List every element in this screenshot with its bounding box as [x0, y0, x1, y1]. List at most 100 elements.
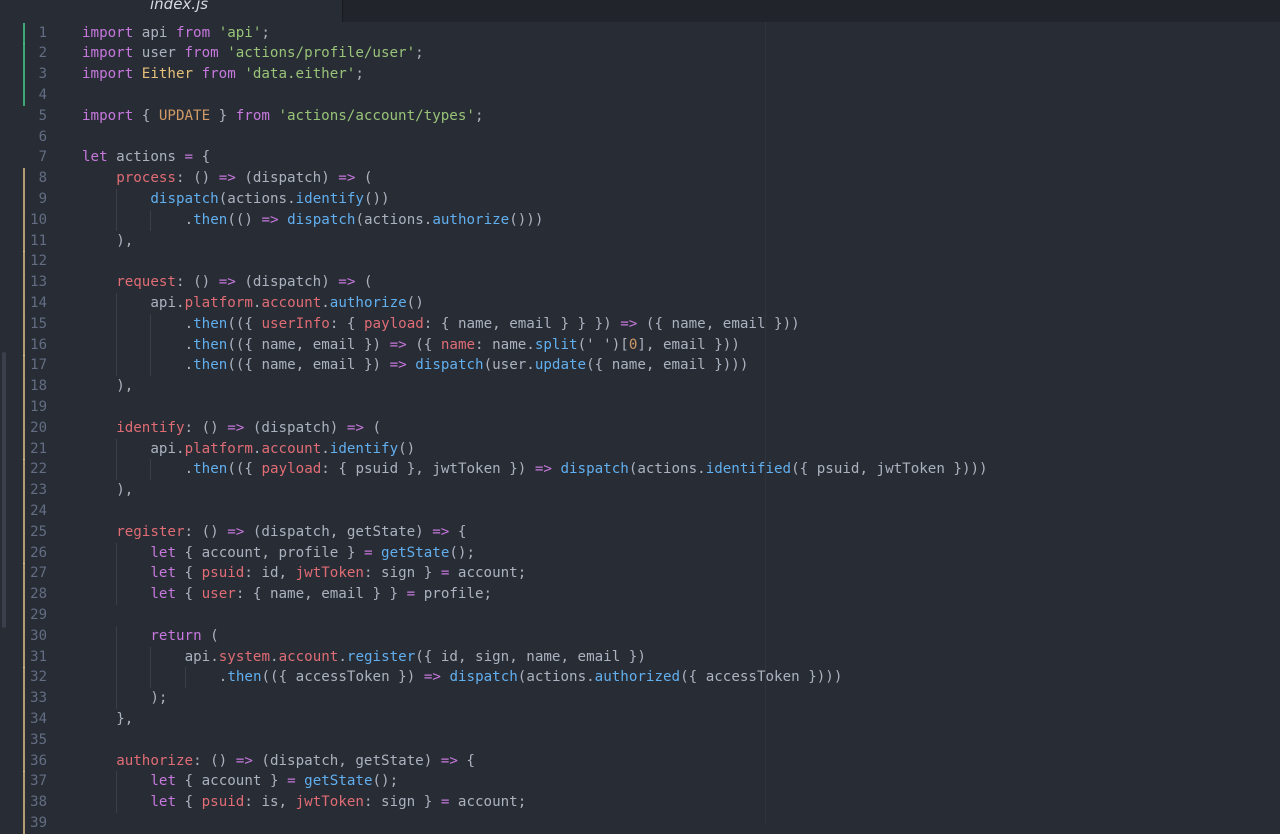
git-modified-marker	[23, 563, 25, 585]
git-modified-marker	[23, 459, 25, 481]
tab-index-js[interactable]: index.js	[0, 0, 343, 22]
indent-guide	[150, 355, 152, 377]
code-line[interactable]: 23),	[0, 480, 1280, 502]
code-line[interactable]: 1 import api from 'api';	[0, 22, 1280, 44]
code-line[interactable]: 17 .then(({ name, email }) => dispatch(us…	[0, 355, 1280, 377]
git-modified-marker	[23, 355, 25, 377]
code-text: let { account } = getState();	[150, 773, 399, 790]
git-modified-marker	[23, 272, 25, 294]
code-line[interactable]: 4	[0, 84, 1280, 106]
code-line[interactable]: 11),	[0, 230, 1280, 252]
code-line[interactable]: 26 let { account, profile } = getState();	[0, 542, 1280, 564]
code-line[interactable]: 25 register: () => (dispatch, getState) =…	[0, 521, 1280, 543]
git-modified-marker	[23, 209, 25, 231]
git-added-marker	[23, 84, 25, 106]
code-line[interactable]: 8 process: () => (dispatch) => (	[0, 168, 1280, 190]
code-line[interactable]: 9 dispatch(actions.identify())	[0, 188, 1280, 210]
code-line[interactable]: 27 let { psuid: id, jwtToken: sign } = ac…	[0, 563, 1280, 585]
indent-guide	[116, 313, 118, 335]
code-line[interactable]: 2 import user from 'actions/profile/user'…	[0, 43, 1280, 65]
code-line[interactable]: 14 api.platform.account.authorize()	[0, 292, 1280, 314]
indent-guide	[116, 667, 118, 689]
code-line[interactable]: 38 let { psuid: is, jwtToken: sign } = ac…	[0, 792, 1280, 814]
code-line[interactable]: 6	[0, 127, 1280, 148]
code-text: import api from 'api';	[82, 24, 270, 41]
git-modified-marker	[23, 188, 25, 210]
indent-guide	[116, 355, 118, 377]
git-added-marker	[23, 43, 25, 65]
code-line[interactable]: 3 import Either from 'data.either';	[0, 64, 1280, 86]
code-text: .then(({ userInfo: { payload: { name, em…	[184, 315, 800, 332]
code-line[interactable]: 31 api.system.account.register({ id, sign…	[0, 646, 1280, 668]
code-text: .then(({ accessToken }) => dispatch(acti…	[218, 669, 843, 686]
code-text: register: () => (dispatch, getState) => …	[116, 523, 467, 540]
code-line[interactable]: 21 api.platform.account.identify()	[0, 438, 1280, 460]
code-text: ),	[116, 232, 134, 249]
git-modified-marker	[23, 708, 25, 730]
code-text: ),	[116, 482, 134, 499]
code-editor[interactable]: 1 import api from 'api'; 2 import user from…	[0, 22, 1280, 834]
git-added-marker	[23, 64, 25, 86]
code-line[interactable]: 12	[0, 251, 1280, 273]
code-text: return (	[150, 627, 219, 644]
line-number: 5	[38, 107, 47, 124]
code-text: .then(() => dispatch(actions.authorize()…	[184, 211, 544, 228]
code-line[interactable]: 32 .then(({ accessToken }) => dispatch(ac…	[0, 667, 1280, 689]
code-text: import user from 'actions/profile/user';	[82, 45, 424, 62]
code-text: import Either from 'data.either';	[82, 66, 364, 83]
code-line[interactable]: 10 .then(() => dispatch(actions.authorize…	[0, 209, 1280, 231]
code-line[interactable]: 35	[0, 729, 1280, 751]
code-text: let { user: { name, email } } = profile;	[150, 586, 493, 603]
indent-guide	[116, 646, 118, 668]
git-modified-marker	[23, 313, 25, 335]
code-text: },	[116, 710, 134, 727]
indent-guide	[116, 688, 118, 710]
code-text: .then(({ name, email }) => ({ name: name…	[184, 336, 740, 353]
indent-guide	[116, 792, 118, 814]
code-text: process: () => (dispatch) => (	[116, 170, 373, 187]
code-line[interactable]: 16 .then(({ name, email }) => ({ name: na…	[0, 334, 1280, 356]
git-modified-marker	[23, 542, 25, 564]
git-added-marker	[23, 22, 25, 44]
indent-guide	[116, 188, 118, 210]
code-line[interactable]: 34},	[0, 708, 1280, 730]
indent-guide	[150, 646, 152, 668]
code-line[interactable]: 24	[0, 500, 1280, 522]
git-modified-marker	[23, 792, 25, 814]
code-line[interactable]: 18),	[0, 376, 1280, 398]
code-line[interactable]: 7 let actions = {	[0, 147, 1280, 168]
git-modified-marker	[23, 480, 25, 502]
git-modified-marker	[23, 334, 25, 356]
code-line[interactable]: 30 return (	[0, 625, 1280, 647]
git-modified-marker	[23, 604, 25, 626]
code-line[interactable]: 22 .then(({ payload: { psuid }, jwtToken …	[0, 459, 1280, 481]
tab-title: index.js	[150, 0, 209, 13]
indent-guide	[116, 459, 118, 481]
indent-guide	[116, 563, 118, 585]
code-text: identify: () => (dispatch) => (	[116, 419, 382, 436]
code-line[interactable]: 37 let { account } = getState();	[0, 771, 1280, 793]
indent-guide	[150, 667, 152, 689]
code-line[interactable]: 19	[0, 396, 1280, 418]
code-line[interactable]: 20 identify: () => (dispatch) => (	[0, 417, 1280, 439]
indent-guide	[116, 438, 118, 460]
tab-bar: index.js	[0, 0, 1280, 22]
code-line[interactable]: 5 import { UPDATE } from 'actions/account…	[0, 106, 1280, 127]
code-line[interactable]: 28 let { user: { name, email } } = profil…	[0, 584, 1280, 606]
indent-guide	[116, 625, 118, 647]
code-text: let { psuid: id, jwtToken: sign } = acco…	[150, 565, 527, 582]
indent-guide	[116, 771, 118, 793]
code-line[interactable]: 36 authorize: () => (dispatch, getState) …	[0, 750, 1280, 772]
git-modified-marker	[23, 376, 25, 398]
code-line[interactable]: 33);	[0, 688, 1280, 710]
code-line[interactable]: 15 .then(({ userInfo: { payload: { name, …	[0, 313, 1280, 335]
code-line[interactable]: 39	[0, 812, 1280, 834]
indent-guide	[116, 334, 118, 356]
git-modified-marker	[23, 168, 25, 190]
git-modified-marker	[23, 292, 25, 314]
code-line[interactable]: 13 request: () => (dispatch) => (	[0, 272, 1280, 294]
git-modified-marker	[23, 646, 25, 668]
git-modified-marker	[23, 729, 25, 751]
code-line[interactable]: 29	[0, 604, 1280, 626]
code-text: let { psuid: is, jwtToken: sign } = acco…	[150, 794, 527, 811]
